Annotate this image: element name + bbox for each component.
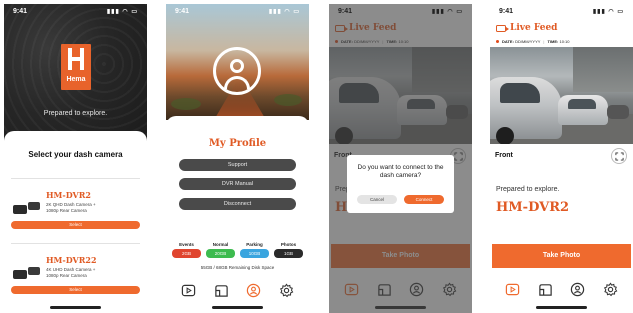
- profile-icon: [247, 283, 261, 297]
- map-icon: [538, 283, 552, 296]
- home-indicator: [536, 306, 587, 309]
- status-time: 9:41: [499, 7, 514, 15]
- tab-profile[interactable]: [570, 281, 586, 297]
- divider: [11, 178, 140, 179]
- screen-select-camera: 9:41 ▮▮▮ ◠ ▭ Hema Prepared to explore. S…: [4, 4, 147, 313]
- stat-normal: Normal 20GB: [206, 242, 235, 258]
- stat-photos: Photos 1GB: [274, 242, 303, 258]
- settings-icon: [604, 282, 618, 296]
- tab-map[interactable]: [537, 281, 553, 297]
- dialog-message: Do you want to connect to the dash camer…: [357, 164, 444, 179]
- screen-live-feed: 9:41 ▮▮▮ ◠ ▭ Live Feed DATE: DD/MM/YYYY |…: [490, 4, 633, 313]
- camera-select-sheet: Select your dash camera HM-DVR2 2K QHD D…: [4, 131, 147, 313]
- tab-settings[interactable]: [279, 282, 295, 298]
- record-dot-icon: [496, 40, 499, 44]
- disconnect-button[interactable]: Disconnect: [179, 198, 296, 210]
- select-button[interactable]: Select: [11, 221, 140, 229]
- disk-space-text: 55GB / 68GB Remaining Disk Space: [200, 265, 275, 270]
- camera-name: HM-DVR22: [46, 255, 97, 265]
- stat-label: Events: [179, 242, 194, 247]
- camera-feed-image: [490, 47, 633, 144]
- h-mark-icon: [67, 48, 85, 70]
- home-indicator: [212, 306, 263, 309]
- screen-my-profile: 9:41 ▮▮▮ ◠ ▭ My Profile Support DVR Manu…: [166, 4, 309, 313]
- video-camera-icon: [496, 25, 509, 32]
- date-value: DD/MM/YYYY: [515, 39, 541, 44]
- profile-icon: [571, 282, 585, 296]
- status-bar: 9:41 ▮▮▮ ◠ ▭: [329, 4, 472, 18]
- tab-bar: [490, 277, 633, 301]
- date-label: DATE:: [502, 39, 514, 44]
- status-time: 9:41: [338, 7, 353, 15]
- take-photo-button[interactable]: Take Photo: [492, 244, 631, 268]
- status-time: 9:41: [13, 7, 28, 15]
- settings-icon: [280, 283, 294, 297]
- connect-button[interactable]: Connect: [404, 195, 444, 204]
- tab-profile[interactable]: [246, 282, 262, 298]
- camera-desc-line1: 2K QHD Dash Camera +: [46, 202, 96, 207]
- camera-desc-line2: 1080p Rear Camera: [46, 273, 87, 278]
- page-title: My Profile: [208, 138, 267, 149]
- camera-option: HM-DVR2 2K QHD Dash Camera + 1080p Rear …: [11, 178, 140, 236]
- stat-value: 10GB: [240, 249, 269, 258]
- camera-name: HM-DVR2: [46, 190, 91, 200]
- stat-label: Normal: [212, 242, 229, 247]
- stat-parking: Parking 10GB: [240, 242, 269, 258]
- connect-dialog: Do you want to connect to the dash camer…: [347, 155, 454, 213]
- stat-value: 2GB: [172, 249, 201, 258]
- tab-map[interactable]: [213, 282, 229, 298]
- dash-camera-image: [13, 265, 41, 279]
- fullscreen-button[interactable]: [611, 148, 627, 164]
- dvr-manual-button[interactable]: DVR Manual: [179, 178, 296, 190]
- video-icon: [505, 283, 520, 295]
- tab-bar: [166, 278, 309, 302]
- stat-events: Events 2GB: [172, 242, 201, 258]
- stat-label: Parking: [246, 242, 263, 247]
- hema-logo: Hema: [61, 44, 91, 90]
- storage-stats: Events 2GB Normal 20GB Parking 10GB Phot…: [172, 242, 303, 258]
- time-label: TIME:: [547, 39, 559, 44]
- stat-value: 20GB: [206, 249, 235, 258]
- camera-desc-line2: 1080p Rear Camera: [46, 208, 87, 213]
- status-bar: 9:41 ▮▮▮ ◠ ▭: [166, 4, 309, 18]
- live-feed-title: Live Feed: [510, 23, 558, 33]
- status-icons: ▮▮▮ ◠ ▭: [431, 8, 463, 15]
- status-icons: ▮▮▮ ◠ ▭: [268, 8, 300, 15]
- status-time: 9:41: [175, 7, 190, 15]
- tagline: Prepared to explore.: [43, 110, 108, 117]
- cancel-button[interactable]: Cancel: [357, 195, 397, 204]
- video-icon: [181, 284, 196, 296]
- home-indicator: [50, 306, 101, 309]
- prepared-text: Prepared to explore.: [496, 186, 560, 193]
- stat-label: Photos: [280, 242, 297, 247]
- time-value: 10:10: [559, 39, 570, 44]
- dash-camera-image: [13, 200, 41, 214]
- map-icon: [214, 284, 228, 297]
- recording-meta: DATE: DD/MM/YYYY|TIME: 10:10: [496, 39, 569, 44]
- status-bar: 9:41 ▮▮▮ ◠ ▭: [4, 4, 147, 18]
- model-name: HM-DVR2: [496, 200, 570, 215]
- tab-live-feed[interactable]: [180, 282, 196, 298]
- support-button[interactable]: Support: [179, 159, 296, 171]
- stat-value: 1GB: [274, 249, 303, 258]
- select-button[interactable]: Select: [11, 286, 140, 294]
- status-bar: 9:41 ▮▮▮ ◠ ▭: [490, 4, 633, 18]
- camera-option: HM-DVR22 4K UHD Dash Camera + 1080p Rear…: [11, 243, 140, 301]
- logo-wordmark: Hema: [66, 76, 86, 83]
- camera-desc-line1: 4K UHD Dash Camera +: [46, 267, 96, 272]
- status-icons: ▮▮▮ ◠ ▭: [592, 8, 624, 15]
- status-icons: ▮▮▮ ◠ ▭: [106, 8, 138, 15]
- tab-live-feed[interactable]: [504, 281, 520, 297]
- live-feed-header: Live Feed DATE: DD/MM/YYYY|TIME: 10:10: [490, 18, 633, 50]
- camera-label: Front: [495, 152, 513, 159]
- sheet-title: Select your dash camera: [28, 150, 123, 159]
- tab-settings[interactable]: [603, 281, 619, 297]
- divider: [11, 243, 140, 244]
- expand-icon: [615, 152, 624, 161]
- avatar-icon: [213, 47, 261, 95]
- screen-live-feed-connect: 9:41 ▮▮▮ ◠ ▭ Live Feed DATE: DD/MM/YYYY|…: [329, 4, 472, 313]
